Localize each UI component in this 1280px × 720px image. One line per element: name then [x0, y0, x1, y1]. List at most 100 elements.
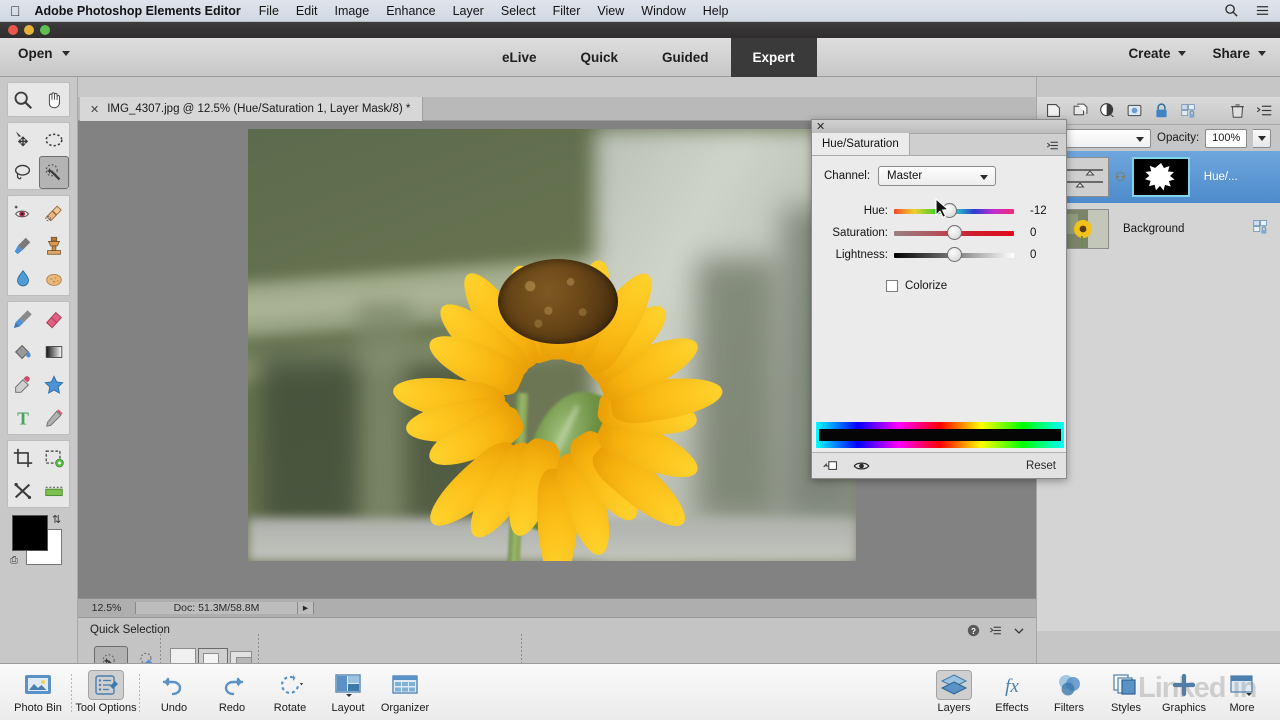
swap-colors-icon[interactable]: ⇅	[52, 513, 61, 526]
document-tab[interactable]: ✕ IMG_4307.jpg @ 12.5% (Hue/Saturation 1…	[80, 97, 424, 121]
panel-menu-icon[interactable]	[1256, 102, 1273, 119]
duplicate-layer-icon[interactable]	[1072, 102, 1089, 119]
colorize-checkbox[interactable]	[886, 280, 898, 292]
zoom-level-field[interactable]: 12.5%	[78, 602, 136, 614]
menu-help[interactable]: Help	[703, 4, 729, 18]
trash-icon[interactable]	[1229, 102, 1246, 119]
taskbar-undo[interactable]: Undo	[142, 670, 206, 714]
menu-edit[interactable]: Edit	[296, 4, 318, 18]
new-layer-icon[interactable]	[1045, 102, 1062, 119]
channel-select[interactable]: Master	[878, 166, 997, 186]
menu-enhance[interactable]: Enhance	[386, 4, 435, 18]
hue-saturation-dialog-titlebar[interactable]: ✕	[812, 120, 1066, 134]
menu-image[interactable]: Image	[334, 4, 369, 18]
paint-bucket-tool-button[interactable]	[8, 335, 39, 368]
open-button[interactable]: Open	[18, 46, 70, 61]
lock-icon[interactable]	[1153, 102, 1170, 119]
taskbar-layout[interactable]: Layout	[316, 670, 380, 714]
taskbar-organizer[interactable]: Organizer	[373, 670, 437, 714]
pencil-tool-button[interactable]	[39, 401, 70, 434]
panel-menu-icon[interactable]	[989, 624, 1003, 637]
brush-tool-button[interactable]	[8, 302, 39, 335]
crop-tool-button[interactable]	[8, 441, 39, 474]
share-button[interactable]: Share	[1212, 46, 1266, 61]
tab-guided[interactable]: Guided	[640, 38, 731, 77]
clone-stamp-tool-button[interactable]	[39, 229, 70, 262]
straighten-tool-button[interactable]	[39, 474, 70, 507]
taskbar-rotate[interactable]: Rotate	[258, 670, 322, 714]
create-button[interactable]: Create	[1128, 46, 1187, 61]
menu-select[interactable]: Select	[501, 4, 536, 18]
reset-button[interactable]: Reset	[1026, 460, 1056, 472]
close-window-button[interactable]	[8, 25, 18, 35]
hue-saturation-tab[interactable]: Hue/Saturation	[812, 133, 910, 155]
maximize-window-button[interactable]	[40, 25, 50, 35]
quick-selection-tool-button[interactable]	[38, 156, 69, 189]
tab-elive[interactable]: eLive	[480, 38, 559, 77]
layer-mask-thumbnail[interactable]	[1131, 157, 1190, 197]
taskbar-photo-bin[interactable]: Photo Bin	[6, 670, 70, 714]
hue-saturation-dialog[interactable]: ✕ Hue/Saturation Channel: Master Hue: -1…	[811, 119, 1067, 479]
close-icon[interactable]: ✕	[816, 120, 825, 134]
menu-window[interactable]: Window	[641, 4, 685, 18]
layer-mask-icon[interactable]	[1126, 102, 1143, 119]
sponge-tool-button[interactable]	[39, 262, 70, 295]
blur-tool-button[interactable]	[8, 262, 39, 295]
smart-brush-tool-button[interactable]	[8, 229, 39, 262]
close-icon[interactable]: ✕	[90, 103, 99, 116]
clip-to-layer-icon[interactable]	[822, 459, 839, 473]
eye-icon[interactable]	[853, 460, 870, 472]
layer-row-hue-saturation[interactable]: ◖ ⚇ Hue/.	[1037, 151, 1280, 203]
image-canvas[interactable]	[248, 129, 856, 561]
hand-tool-button[interactable]	[39, 83, 70, 116]
saturation-slider-knob[interactable]	[946, 224, 962, 240]
saturation-slider[interactable]	[894, 224, 1014, 240]
adjustment-layer-icon[interactable]	[1099, 102, 1116, 119]
layer-row-background[interactable]: ◖ Background	[1037, 203, 1280, 255]
colorize-row[interactable]: Colorize	[886, 280, 1054, 292]
eyedropper-tool-button[interactable]	[8, 368, 39, 401]
status-expand-icon[interactable]: ▸	[298, 602, 314, 614]
menu-filter[interactable]: Filter	[553, 4, 581, 18]
hue-slider-knob[interactable]	[941, 202, 957, 218]
taskbar-filters[interactable]: Filters	[1037, 670, 1101, 714]
lasso-tool-button[interactable]	[8, 156, 39, 189]
menu-file[interactable]: File	[259, 4, 279, 18]
default-colors-icon[interactable]: ⎙	[10, 555, 18, 566]
content-aware-move-tool-button[interactable]	[8, 474, 39, 507]
hue-slider[interactable]	[894, 202, 1014, 218]
foreground-color-swatch[interactable]	[12, 515, 48, 551]
recompose-tool-button[interactable]	[39, 441, 70, 474]
healing-brush-tool-button[interactable]	[39, 196, 70, 229]
red-eye-tool-button[interactable]	[8, 196, 39, 229]
search-icon[interactable]	[1224, 3, 1239, 18]
group-lock-icon[interactable]	[1180, 102, 1197, 119]
panel-menu-icon[interactable]	[1046, 139, 1060, 152]
help-icon[interactable]: ?	[967, 624, 980, 637]
taskbar-redo[interactable]: Redo	[200, 670, 264, 714]
tab-expert[interactable]: Expert	[730, 38, 817, 77]
type-tool-button[interactable]: T	[8, 401, 39, 434]
menu-view[interactable]: View	[597, 4, 624, 18]
opacity-dropdown-button[interactable]	[1253, 128, 1272, 148]
menu-layer[interactable]: Layer	[453, 4, 484, 18]
adjustment-layer-thumbnail[interactable]	[1061, 157, 1109, 197]
apple-logo-icon[interactable]: 	[10, 4, 21, 18]
chevron-down-icon[interactable]	[1012, 624, 1026, 637]
list-icon[interactable]	[1255, 3, 1270, 18]
minimize-window-button[interactable]	[24, 25, 34, 35]
tab-quick[interactable]: Quick	[559, 38, 641, 77]
opacity-value-field[interactable]: 100%	[1205, 128, 1248, 148]
taskbar-layers[interactable]: Layers	[922, 670, 986, 714]
taskbar-effects[interactable]: fx Effects	[980, 670, 1044, 714]
lightness-slider[interactable]	[894, 246, 1014, 262]
zoom-tool-button[interactable]	[8, 83, 39, 116]
lightness-slider-knob[interactable]	[946, 246, 962, 262]
move-tool-button[interactable]	[8, 123, 39, 156]
gradient-tool-button[interactable]	[39, 335, 70, 368]
marquee-tool-button[interactable]	[39, 123, 70, 156]
background-layer-thumbnail[interactable]	[1061, 209, 1109, 249]
taskbar-tool-options[interactable]: Tool Options	[74, 670, 138, 714]
shape-tool-button[interactable]	[39, 368, 70, 401]
eraser-tool-button[interactable]	[39, 302, 70, 335]
